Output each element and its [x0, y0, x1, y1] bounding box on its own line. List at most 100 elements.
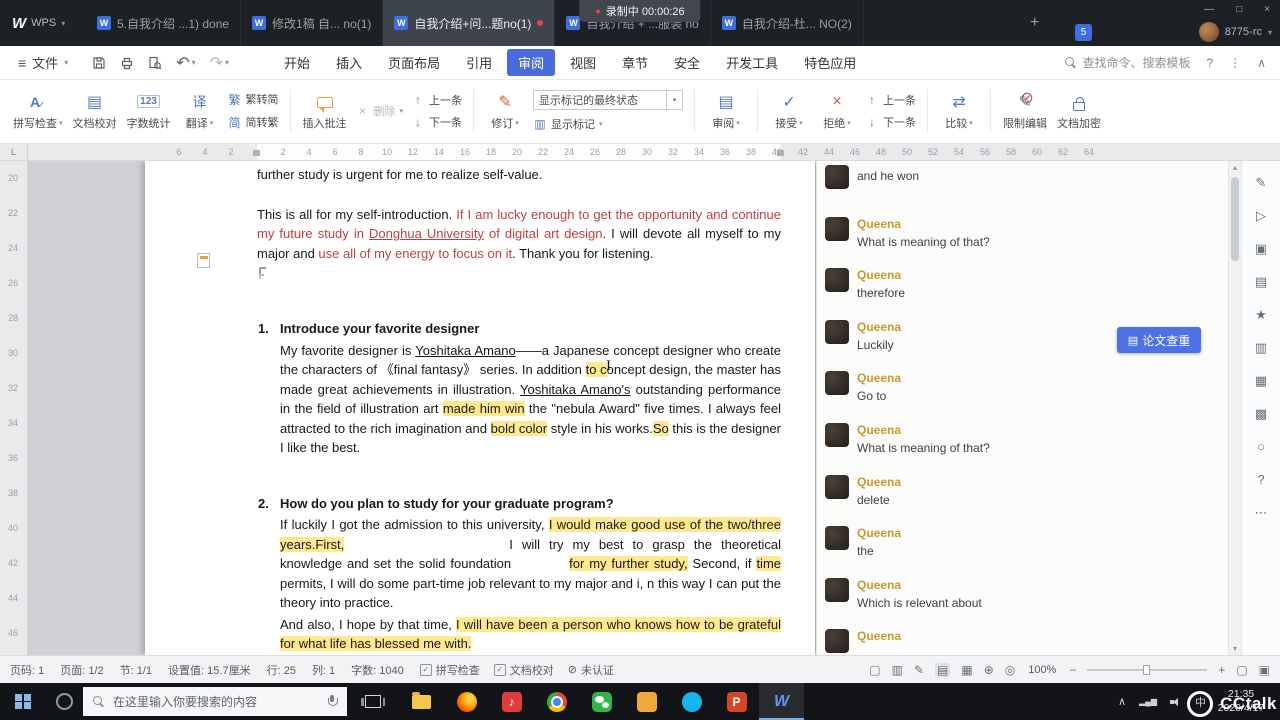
markup-state-select[interactable]: 显示标记的最终状态 ▾ — [533, 89, 684, 110]
encrypt-document-button[interactable]: 文档加密 — [1052, 83, 1106, 138]
next-change-button[interactable]: ↓ 下一条 — [865, 114, 916, 130]
more-tools-icon[interactable]: ⋯ — [1255, 505, 1268, 521]
print-preview-button[interactable] — [148, 56, 162, 70]
export-icon[interactable]: ▤ — [1255, 274, 1267, 290]
read-layout-icon[interactable]: ▥ — [892, 663, 903, 677]
close-button[interactable]: × — [1264, 4, 1270, 15]
help-button[interactable]: ? — [1207, 56, 1214, 70]
file-menu-button[interactable]: ≡ 文件 ▾ — [18, 53, 68, 72]
document-tab-5[interactable]: W 自我介绍-杜... NO(2) — [711, 0, 864, 46]
vertical-scrollbar[interactable]: ▴ ▾ — [1228, 161, 1241, 655]
speaker-icon[interactable] — [1170, 697, 1182, 707]
comment-item-9[interactable]: Queena Which is relevant about — [825, 577, 982, 610]
review-button[interactable]: ▤ 审阅 ▾ — [702, 83, 750, 138]
new-tab-button[interactable]: + — [1030, 14, 1039, 32]
zoom-level[interactable]: 100% — [1026, 664, 1058, 676]
network-signal-icon[interactable]: ▂▄▆ — [1139, 697, 1157, 706]
comment-item-5[interactable]: Queena Go to — [825, 371, 901, 403]
vertical-ruler[interactable]: 20 22 24 26 28 30 32 34 36 38 40 42 44 46 — [0, 161, 28, 655]
tray-expand-icon[interactable]: ∧ — [1118, 695, 1126, 708]
save-button[interactable] — [92, 56, 106, 70]
menu-tab-4[interactable]: 引用 — [455, 49, 503, 76]
proofread-toggle[interactable]: ✓ 文档校对 — [493, 662, 554, 678]
redo-button[interactable]: ↷ ▾ — [210, 53, 229, 73]
comment-item-10[interactable]: Queena — [825, 629, 901, 654]
simp-to-trad-button[interactable]: 简简转繁 — [228, 114, 279, 131]
page-view-icon[interactable]: ▤ — [935, 662, 951, 677]
edit-tools-icon[interactable]: ✎ — [1256, 175, 1267, 191]
taskbar-app-chrome[interactable] — [534, 683, 579, 720]
scroll-down-icon[interactable]: ▾ — [1229, 644, 1241, 653]
favorites-icon[interactable]: ★ — [1255, 307, 1267, 323]
zoom-in-button[interactable]: + — [1218, 663, 1225, 677]
cortana-icon[interactable] — [56, 693, 73, 710]
menu-tab-3[interactable]: 页面布局 — [377, 49, 451, 76]
help-icon[interactable]: ? — [1257, 472, 1264, 488]
show-markup-button[interactable]: ▥ 显示标记 ▾ — [533, 116, 683, 132]
track-changes-button[interactable]: ✎ 修订 ▾ — [481, 83, 529, 138]
translate-button[interactable]: 译 翻译 ▾ — [176, 83, 224, 138]
delete-comment-button[interactable]: × 删除 ▾ — [356, 103, 403, 119]
taskbar-app-firefox[interactable] — [444, 683, 489, 720]
scroll-up-icon[interactable]: ▴ — [1229, 163, 1241, 172]
word-count-button[interactable]: 123 字数统计 — [122, 83, 176, 138]
horizontal-ruler[interactable]: 6 4 2 2 4 6 8 10 12 14 16 18 20 22 24 26 28 30 32 34 36 38 40 4… — [0, 144, 1280, 161]
word-count-label[interactable]: 字数: 1040 — [351, 662, 404, 678]
zoom-slider[interactable] — [1087, 664, 1208, 675]
reject-change-button[interactable]: × 拒绝 ▾ — [813, 83, 861, 138]
clipboard-icon[interactable]: ▣ — [1255, 241, 1267, 257]
taskbar-app-music[interactable]: ♪ — [489, 683, 534, 720]
minimize-button[interactable]: — — [1204, 4, 1214, 15]
prev-change-button[interactable]: ↑ 上一条 — [865, 92, 916, 108]
outline-view-icon[interactable]: ▦ — [961, 663, 972, 677]
document-page[interactable]: further study is urgent for me to realiz… — [145, 161, 815, 655]
menu-tab-8[interactable]: 安全 — [663, 49, 711, 76]
fit-width-icon[interactable]: ▣ — [1259, 663, 1270, 677]
more-options-button[interactable]: ⋮ — [1229, 56, 1241, 70]
shading-tool-icon[interactable]: ▩ — [1255, 406, 1267, 422]
start-button[interactable] — [0, 683, 46, 720]
insert-comment-button[interactable]: 插入批注 — [298, 83, 352, 138]
fullscreen-view-icon[interactable]: ▢ — [869, 663, 880, 677]
revision-indicator-icon[interactable] — [197, 253, 210, 268]
spell-check-button[interactable]: A ✓ 拼写检查 ▾ — [8, 83, 68, 138]
certification-status[interactable]: ⊘ 未认证 — [568, 662, 614, 678]
left-indent-marker[interactable] — [253, 150, 260, 156]
command-search[interactable]: 查找命令、搜索模板 — [1064, 54, 1191, 71]
menu-tab-5[interactable]: 审阅 — [507, 49, 556, 76]
document-tab-1[interactable]: W 5.自我介绍 ...1) done — [86, 0, 242, 46]
account-area[interactable]: 8775-rc ▾ — [1198, 22, 1272, 42]
fit-page-icon[interactable]: ▢ — [1236, 663, 1247, 677]
microphone-icon[interactable] — [327, 695, 338, 708]
maximize-button[interactable]: □ — [1236, 4, 1242, 15]
taskbar-app-powerpoint[interactable]: P — [714, 683, 759, 720]
prev-comment-button[interactable]: ↑ 上一条 — [411, 92, 462, 108]
comment-item-8[interactable]: Queena the — [825, 526, 901, 558]
menu-tab-10[interactable]: 特色应用 — [793, 49, 867, 76]
message-count-badge[interactable]: 5 — [1075, 24, 1092, 41]
taskbar-app-wps[interactable]: W — [759, 683, 804, 720]
document-tab-3[interactable]: W 自我介绍+问...题no(1) — [383, 0, 556, 46]
next-comment-button[interactable]: ↓ 下一条 — [411, 114, 462, 130]
table-tool-icon[interactable]: ▦ — [1255, 373, 1267, 389]
document-tab-2[interactable]: W 修改1稿 自... no(1) — [241, 0, 384, 46]
comment-item-1[interactable]: and he won — [825, 165, 919, 189]
split-view-icon[interactable]: ▥ — [1255, 340, 1267, 356]
wps-brand[interactable]: W WPS ▾ — [12, 0, 65, 46]
comment-item-2[interactable]: Queena What is meaning of that? — [825, 216, 990, 249]
scrollbar-thumb[interactable] — [1231, 177, 1239, 261]
menu-tab-9[interactable]: 开发工具 — [715, 49, 789, 76]
taskbar-app-wechat[interactable] — [579, 683, 624, 720]
accept-change-button[interactable]: ✓ 接受 ▾ — [765, 83, 813, 138]
chevron-down-icon[interactable]: ▾ — [666, 90, 682, 109]
select-tool-icon[interactable]: ▷ — [1256, 208, 1266, 224]
web-view-icon[interactable]: ⊕ — [984, 663, 994, 677]
menu-tab-7[interactable]: 章节 — [611, 49, 659, 76]
comment-item-3[interactable]: Queena therefore — [825, 268, 905, 300]
print-button[interactable] — [120, 56, 134, 70]
trad-to-simp-button[interactable]: 繁繁转简 — [228, 91, 279, 108]
zoom-out-button[interactable]: − — [1069, 663, 1076, 677]
eye-protect-icon[interactable]: ◎ — [1005, 663, 1015, 677]
comment-item-7[interactable]: Queena delete — [825, 474, 901, 507]
history-icon[interactable]: ○ — [1257, 439, 1265, 455]
